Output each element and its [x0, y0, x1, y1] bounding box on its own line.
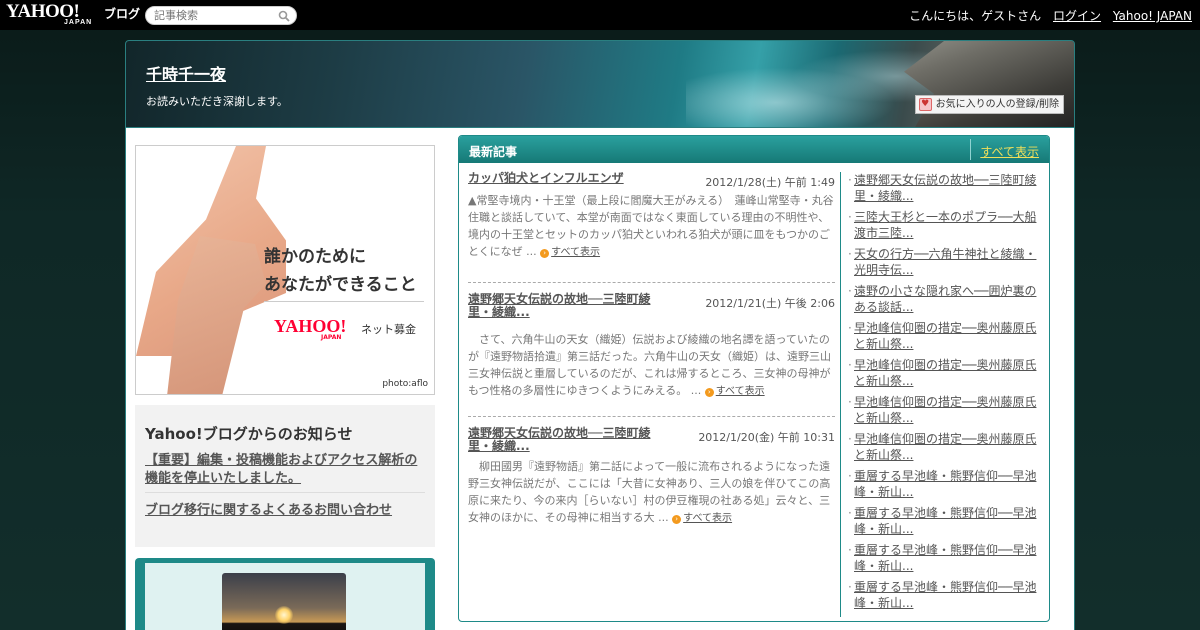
ad-brand-sub: JAPAN	[321, 334, 342, 341]
side-article-link[interactable]: 遠野の小さな隠れ家へ──囲炉裏のある談話...	[854, 284, 1036, 314]
yahoo-japan-link[interactable]: Yahoo! JAPAN	[1113, 9, 1192, 23]
side-article-link[interactable]: 重層する早池峰・熊野信仰──早池峰・新山...	[854, 543, 1036, 573]
profile-photo[interactable]	[222, 573, 346, 630]
post-divider	[468, 282, 835, 283]
side-article-link[interactable]: 早池峰信仰圏の措定──奥州藤原氏と新山祭...	[854, 321, 1036, 351]
side-article-link[interactable]: 三陸大王杉と一本のポプラ──大船渡市三陸...	[854, 210, 1036, 240]
post-excerpt-text: 柳田國男『遠野物語』第二話によって一般に流布されるようになった遠野三女神伝説だが…	[468, 460, 831, 524]
side-article-item: 早池峰信仰圏の措定──奥州藤原氏と新山祭...	[848, 394, 1043, 426]
side-article-item: 早池峰信仰圏の措定──奥州藤原氏と新山祭...	[848, 431, 1043, 463]
panel-header: 最新記事 すべて表示	[459, 136, 1049, 163]
post-title[interactable]: カッパ狛犬とインフルエンザ	[468, 172, 718, 185]
favorite-icon: ♥	[918, 98, 932, 111]
notice-box: Yahoo!ブログからのお知らせ 【重要】編集・投稿機能およびアクセス解析の機能…	[135, 405, 435, 547]
notice-title: Yahoo!ブログからのお知らせ	[145, 425, 353, 443]
side-article-item: 天女の行方──六角牛神社と綾織・光明寺伝...	[848, 246, 1043, 278]
logo-blog-text: ブログ	[104, 7, 141, 21]
blog-title[interactable]: 千時千一夜	[146, 61, 226, 85]
post-date: 2012/1/20(金) 午前 10:31	[698, 431, 835, 444]
side-article-link[interactable]: 早池峰信仰圏の措定──奥州藤原氏と新山祭...	[854, 358, 1036, 388]
arrow-right-icon: ›	[540, 249, 550, 258]
profile-widget-inner	[145, 563, 425, 630]
post-excerpt: 柳田國男『遠野物語』第二話によって一般に流布されるようになった遠野三女神伝説だが…	[468, 458, 835, 527]
post-excerpt-text: さて、六角牛山の天女（織姫）伝説および綾織の地名譚を語っていたのが『遠野物語拾遺…	[468, 333, 831, 397]
logo-sub-text: JAPAN	[64, 19, 93, 26]
column-divider	[840, 172, 841, 617]
post-divider	[468, 416, 835, 417]
ad-headline-2: あなたができること	[264, 275, 417, 295]
side-article-item: 三陸大王杉と一本のポプラ──大船渡市三陸...	[848, 209, 1043, 241]
side-article-item: 遠野郷天女伝説の故地──三陸町綾里・綾織...	[848, 172, 1043, 204]
profile-widget	[135, 558, 435, 630]
sunset-image	[275, 606, 293, 624]
notice-link-important[interactable]: 【重要】編集・投稿機能およびアクセス解析の機能を停止いたしました。	[145, 452, 430, 488]
side-article-link[interactable]: 遠野郷天女伝説の故地──三陸町綾里・綾織...	[854, 173, 1036, 203]
post-date: 2012/1/28(土) 午前 1:49	[705, 176, 835, 189]
arrow-right-icon: ›	[672, 515, 682, 524]
read-more-label: すべて表示	[715, 386, 765, 397]
ad-photo-credit: photo:aflo	[382, 379, 428, 389]
panel-header-divider	[970, 139, 971, 160]
read-more-label: すべて表示	[551, 247, 601, 258]
favorite-register-button[interactable]: ♥ お気に入りの人の登録/削除	[914, 95, 1064, 114]
post-title[interactable]: 遠野郷天女伝説の故地──三陸町綾里・綾織...	[468, 293, 668, 319]
post-date: 2012/1/21(土) 午後 2:06	[705, 297, 835, 310]
side-article-link[interactable]: 早池峰信仰圏の措定──奥州藤原氏と新山祭...	[854, 395, 1036, 425]
post-excerpt-text: ▲常堅寺境内・十王堂（最上段に閻魔大王がみえる） 蓮峰山常堅寺・丸谷住職と談話し…	[468, 194, 834, 258]
post-title[interactable]: 遠野郷天女伝説の故地──三陸町綾里・綾織...	[468, 427, 668, 453]
latest-posts-panel: 最新記事 すべて表示 カッパ狛犬とインフルエンザ 2012/1/28(土) 午前…	[458, 135, 1050, 622]
post-excerpt: ▲常堅寺境内・十王堂（最上段に閻魔大王がみえる） 蓮峰山常堅寺・丸谷住職と談話し…	[468, 192, 835, 261]
notice-link-faq[interactable]: ブログ移行に関するよくあるお問い合わせ	[145, 499, 392, 518]
side-article-item: 重層する早池峰・熊野信仰──早池峰・新山...	[848, 542, 1043, 574]
ad-service-name: ネット募金	[361, 323, 416, 336]
side-article-item: 重層する早池峰・熊野信仰──早池峰・新山...	[848, 505, 1043, 537]
search-input[interactable]	[154, 8, 274, 23]
top-links: こんにちは、ゲストさん ログイン Yahoo! JAPAN	[901, 7, 1192, 24]
side-article-item: 遠野の小さな隠れ家へ──囲炉裏のある談話...	[848, 283, 1043, 315]
panel-title: 最新記事	[469, 145, 518, 159]
login-link[interactable]: ログイン	[1053, 9, 1101, 23]
favorite-button-label: お気に入りの人の登録/削除	[935, 99, 1059, 110]
blog-description: お読みいただき深謝します。	[146, 95, 288, 108]
read-more-link[interactable]: › すべて表示	[540, 247, 600, 258]
show-all-link[interactable]: すべて表示	[980, 143, 1039, 160]
side-article-item: 早池峰信仰圏の措定──奥州藤原氏と新山祭...	[848, 320, 1043, 352]
side-article-link[interactable]: 重層する早池峰・熊野信仰──早池峰・新山...	[854, 469, 1036, 499]
main-content: 誰かのために あなたができること YAHOO! JAPAN ネット募金 phot…	[125, 128, 1075, 630]
read-more-link[interactable]: › すべて表示	[672, 513, 732, 524]
read-more-label: すべて表示	[683, 513, 733, 524]
side-article-link[interactable]: 天女の行方──六角牛神社と綾織・光明寺伝...	[854, 247, 1036, 277]
top-bar: YAHOO! JAPAN ブログ こんにちは、ゲストさん ログイン Yahoo!…	[0, 0, 1200, 30]
blog-header-banner: 千時千一夜 お読みいただき深謝します。 ♥ お気に入りの人の登録/削除	[125, 40, 1075, 128]
ad-headline-1: 誰かのために	[264, 247, 366, 267]
side-article-item: 重層する早池峰・熊野信仰──早池峰・新山...	[848, 579, 1043, 611]
side-article-link[interactable]: 重層する早池峰・熊野信仰──早池峰・新山...	[854, 580, 1036, 610]
side-article-item: 重層する早池峰・熊野信仰──早池峰・新山...	[848, 468, 1043, 500]
arrow-right-icon: ›	[704, 388, 714, 397]
ad-divider	[264, 301, 424, 302]
side-article-item: 早池峰信仰圏の措定──奥州藤原氏と新山祭...	[848, 357, 1043, 389]
side-article-link[interactable]: 重層する早池峰・熊野信仰──早池峰・新山...	[854, 506, 1036, 536]
donation-ad-banner[interactable]: 誰かのために あなたができること YAHOO! JAPAN ネット募金 phot…	[135, 145, 435, 395]
search-icon[interactable]	[278, 10, 290, 22]
notice-divider	[145, 492, 425, 493]
post-excerpt: さて、六角牛山の天女（織姫）伝説および綾織の地名譚を語っていたのが『遠野物語拾遺…	[468, 331, 835, 400]
read-more-link[interactable]: › すべて表示	[704, 386, 765, 397]
side-article-link[interactable]: 早池峰信仰圏の措定──奥州藤原氏と新山祭...	[854, 432, 1036, 462]
greeting-text: こんにちは、ゲストさん	[909, 9, 1042, 23]
search-box	[145, 6, 297, 25]
